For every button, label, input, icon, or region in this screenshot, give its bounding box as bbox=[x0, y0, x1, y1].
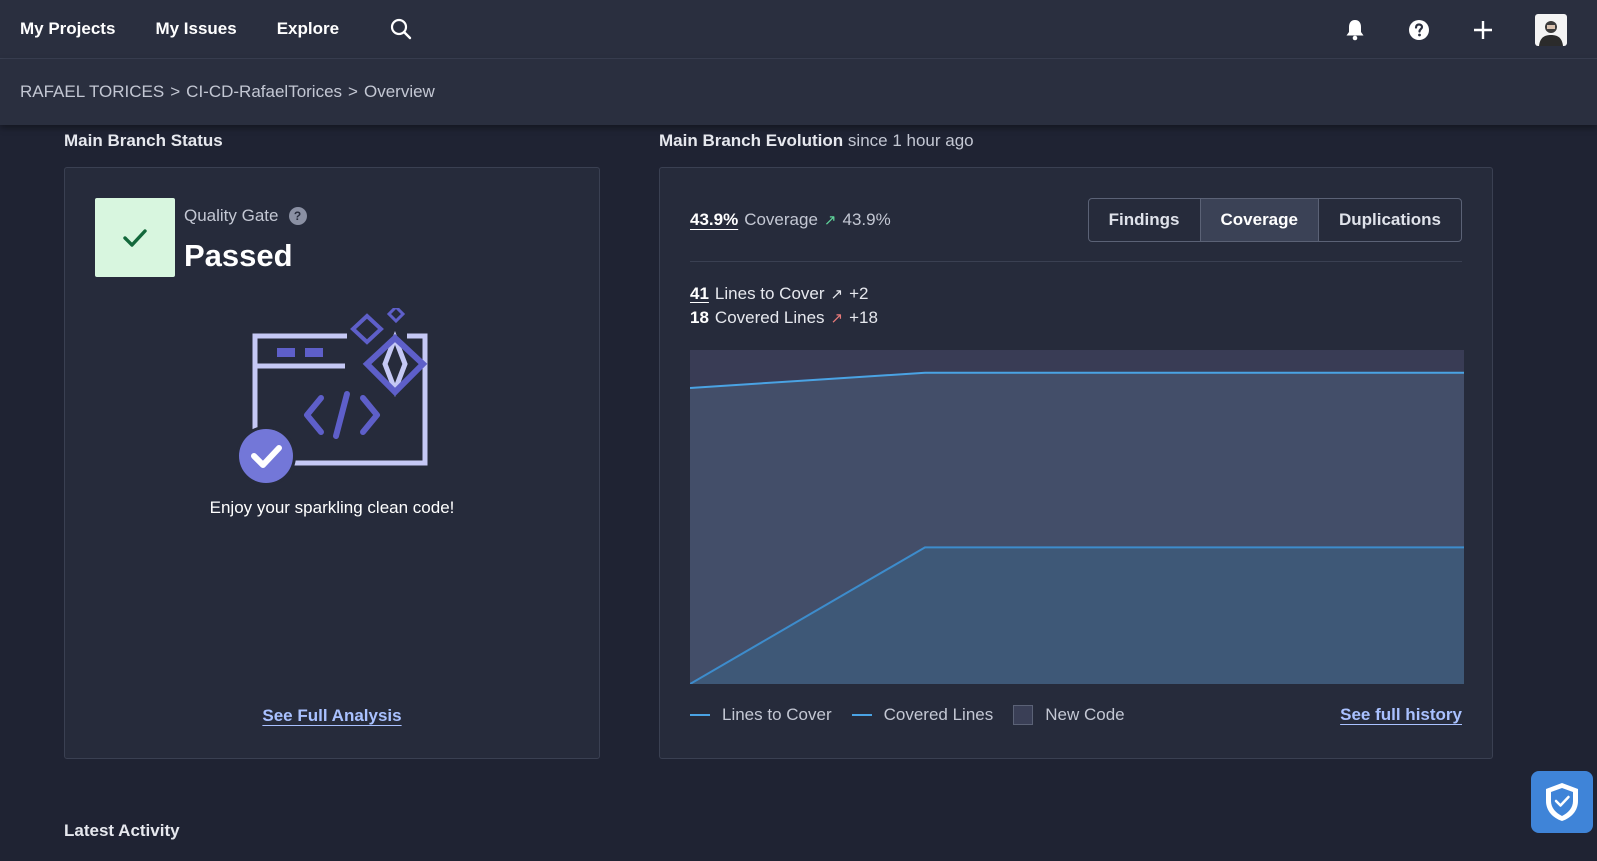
coverage-delta: 43.9% bbox=[842, 210, 891, 229]
full-analysis-row: See Full Analysis bbox=[65, 706, 599, 726]
legend-line-swatch bbox=[690, 714, 710, 716]
coverage-summary: 43.9% Coverage ↗ 43.9% bbox=[690, 210, 891, 230]
help-circle-icon[interactable] bbox=[1407, 18, 1431, 42]
avatar[interactable] bbox=[1535, 13, 1567, 46]
legend-label: New Code bbox=[1045, 705, 1125, 724]
breadcrumb-separator: > bbox=[170, 82, 181, 101]
legend-covered-lines: Covered Lines bbox=[851, 705, 994, 725]
legend-lines-to-cover: Lines to Cover bbox=[690, 705, 832, 725]
see-full-analysis-link[interactable]: See Full Analysis bbox=[262, 706, 401, 725]
lines-to-cover-delta: +2 bbox=[849, 284, 869, 303]
clean-code-message: Enjoy your sparkling clean code! bbox=[209, 498, 455, 517]
breadcrumb-project[interactable]: CI-CD-RafaelTorices bbox=[186, 82, 342, 102]
bell-icon[interactable] bbox=[1343, 18, 1367, 42]
evolution-title: Main Branch Evolution bbox=[659, 131, 844, 150]
coverage-chart bbox=[690, 350, 1464, 684]
nav-my-issues[interactable]: My Issues bbox=[155, 19, 236, 39]
covered-lines-row: 18 Covered Lines ↗ +18 bbox=[690, 308, 878, 328]
breadcrumb-org[interactable]: RAFAEL TORICES bbox=[20, 82, 164, 102]
history-link-row: See full history bbox=[1340, 705, 1462, 725]
nav-explore[interactable]: Explore bbox=[277, 19, 339, 39]
legend-square-swatch bbox=[1013, 705, 1034, 725]
help-icon[interactable]: ? bbox=[288, 207, 307, 225]
nav-my-projects[interactable]: My Projects bbox=[20, 19, 115, 39]
covered-lines-label: Covered Lines bbox=[714, 308, 825, 327]
arrow-up-right-icon: ↗ bbox=[830, 310, 844, 327]
tab-duplications[interactable]: Duplications bbox=[1319, 199, 1461, 241]
lines-to-cover-label: Lines to Cover bbox=[714, 284, 825, 303]
legend-line-swatch bbox=[851, 714, 872, 716]
status-title: Main Branch Status bbox=[64, 131, 223, 150]
shield-check-icon[interactable] bbox=[1531, 771, 1593, 833]
quality-gate-label: Quality Gate bbox=[184, 206, 279, 225]
evolution-heading: Main Branch Evolution since 1 hour ago bbox=[659, 131, 974, 151]
lines-to-cover-row: 41 Lines to Cover ↗ +2 bbox=[690, 284, 869, 304]
quality-gate-badge bbox=[95, 198, 175, 277]
covered-lines-value: 18 bbox=[690, 308, 709, 327]
nav-right-actions bbox=[1343, 0, 1567, 59]
evolution-since: since 1 hour ago bbox=[847, 131, 974, 150]
arrow-up-right-icon: ↗ bbox=[823, 212, 837, 229]
coverage-label: Coverage bbox=[744, 210, 818, 229]
latest-activity-title: Latest Activity bbox=[64, 821, 180, 840]
breadcrumb-page: Overview bbox=[363, 82, 435, 101]
evolution-panel: 43.9% Coverage ↗ 43.9% Findings Coverage… bbox=[659, 167, 1493, 759]
metric-tabs: Findings Coverage Duplications bbox=[1087, 198, 1462, 242]
legend-new-code: New Code bbox=[1013, 705, 1125, 725]
arrow-up-right-icon: ↗ bbox=[830, 286, 844, 303]
breadcrumb-separator: > bbox=[348, 82, 358, 101]
tab-coverage[interactable]: Coverage bbox=[1200, 199, 1319, 241]
coverage-value[interactable]: 43.9% bbox=[690, 210, 738, 230]
plus-icon[interactable] bbox=[1471, 18, 1495, 42]
search-icon[interactable] bbox=[389, 17, 413, 41]
tab-findings[interactable]: Findings bbox=[1089, 199, 1201, 241]
breadcrumb: RAFAEL TORICES > CI-CD-RafaelTorices > O… bbox=[0, 59, 1597, 125]
divider bbox=[690, 261, 1462, 262]
top-navigation: My Projects My Issues Explore bbox=[0, 0, 1597, 59]
legend-label: Covered Lines bbox=[883, 705, 994, 724]
covered-lines-delta: +18 bbox=[849, 308, 878, 327]
check-icon bbox=[123, 228, 147, 247]
quality-gate-label-row: Quality Gate ? bbox=[184, 206, 307, 226]
legend-label: Lines to Cover bbox=[722, 705, 832, 724]
lines-to-cover-value[interactable]: 41 bbox=[690, 284, 709, 304]
status-panel: Quality Gate ? Passed Enjoy your sparkli… bbox=[64, 167, 600, 759]
quality-gate-status: Passed bbox=[184, 238, 293, 273]
see-full-history-link[interactable]: See full history bbox=[1340, 705, 1462, 724]
chart-legend: Lines to Cover Covered Lines New Code bbox=[690, 705, 1145, 725]
clean-code-illustration bbox=[236, 308, 428, 486]
